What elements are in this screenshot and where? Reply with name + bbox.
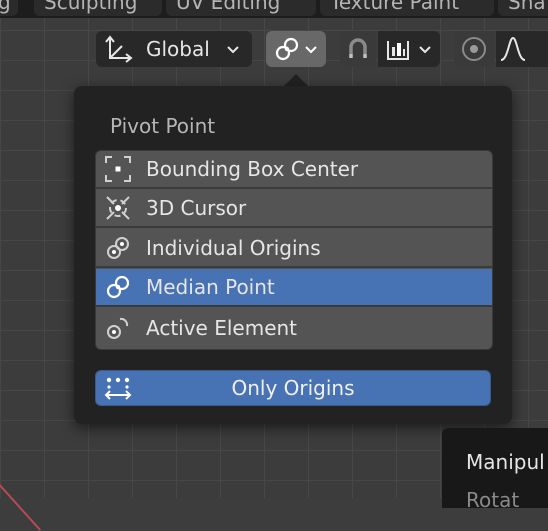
active-element-icon [100, 311, 136, 345]
only-origins-icon [104, 377, 132, 400]
transform-orientation-dropdown[interactable]: Global [96, 31, 252, 67]
falloff-curve-icon [500, 36, 526, 61]
pivot-item-3d-cursor[interactable]: 3D Cursor [96, 190, 492, 228]
proportional-edit-icon [462, 37, 486, 61]
popup-title: Pivot Point [110, 114, 216, 138]
snap-increment-icon [387, 41, 409, 60]
item-label: Individual Origins [146, 236, 321, 260]
proportional-edit-toggle[interactable] [454, 31, 494, 67]
median-point-icon [275, 37, 299, 61]
pivot-point-popup: Pivot Point Bounding Box Center 3D Curso… [74, 86, 512, 424]
item-label: 3D Cursor [146, 196, 247, 220]
tab-shading[interactable]: Sha [498, 0, 548, 16]
chevron-down-icon [419, 46, 431, 54]
pivot-item-median-point[interactable]: Median Point [96, 269, 492, 307]
individual-origins-icon [100, 231, 136, 265]
chevron-down-icon [305, 46, 317, 54]
magnet-icon [349, 38, 367, 58]
tab-texture-paint[interactable]: Texture Paint [320, 0, 494, 16]
tooltip-title: Manipul [466, 450, 545, 474]
tab-sculpting[interactable]: Sculpting [34, 0, 162, 16]
tooltip-subtitle: Rotat [466, 488, 520, 512]
tooltip: Manipul Rotat [442, 428, 548, 512]
pivot-item-individual-origins[interactable]: Individual Origins [96, 230, 492, 268]
3d-cursor-icon [100, 191, 136, 225]
pivot-item-bounding-box-center[interactable]: Bounding Box Center [96, 151, 492, 189]
tab-partial[interactable]: g [0, 0, 18, 16]
median-point-icon [100, 270, 136, 304]
snap-toggle[interactable] [340, 31, 376, 67]
pivot-point-dropdown[interactable] [266, 31, 326, 67]
orientation-label: Global [146, 37, 210, 61]
item-label: Active Element [146, 316, 298, 340]
falloff-dropdown[interactable] [496, 31, 548, 67]
pivot-point-list: Bounding Box Center 3D Cursor Individual… [95, 150, 493, 350]
bounding-box-center-icon [100, 152, 136, 186]
orientation-axes-icon [105, 35, 133, 63]
chevron-down-icon [227, 46, 239, 54]
pivot-item-active-element[interactable]: Active Element [96, 309, 492, 347]
only-origins-toggle[interactable]: Only Origins [95, 370, 491, 406]
tab-uv-editing[interactable]: UV Editing [166, 0, 316, 16]
workspace-tab-bar: g Sculpting UV Editing Texture Paint Sha [0, 0, 548, 18]
item-label: Median Point [146, 275, 275, 299]
item-label: Bounding Box Center [146, 157, 359, 181]
only-origins-label: Only Origins [231, 376, 355, 400]
snap-target-dropdown[interactable] [378, 31, 440, 67]
